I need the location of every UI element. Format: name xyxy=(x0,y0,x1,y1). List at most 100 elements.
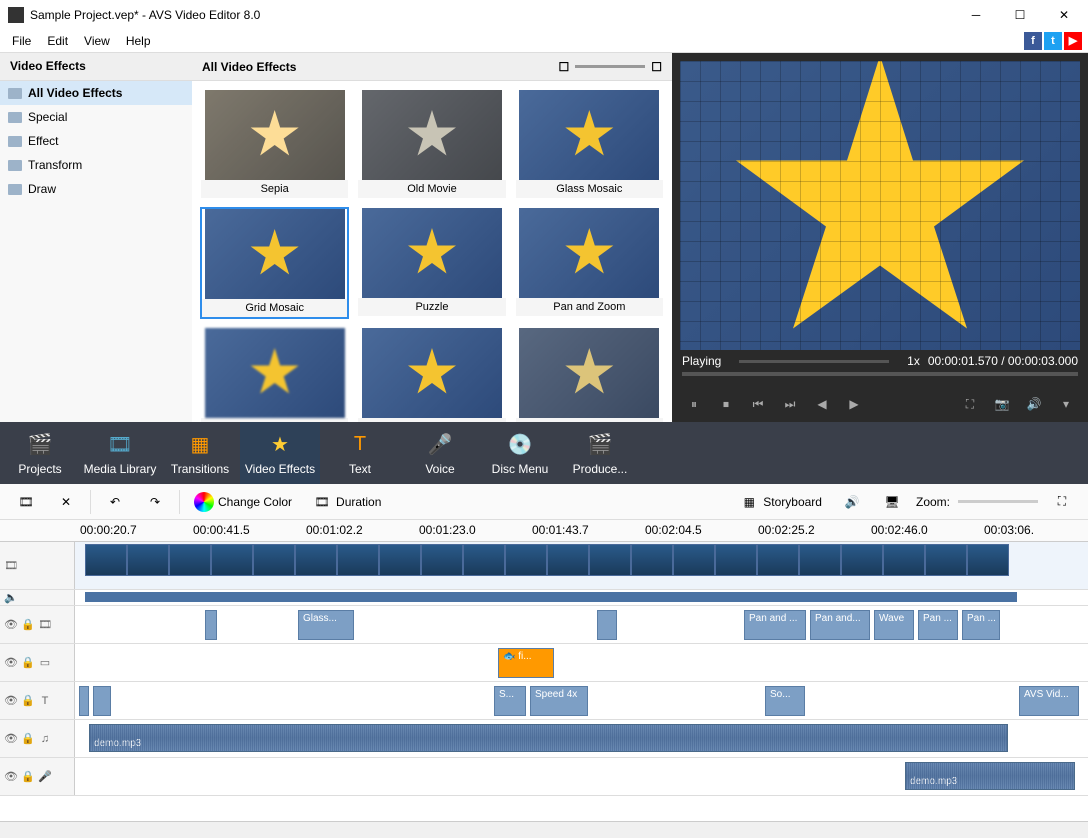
maximize-button[interactable]: ☐ xyxy=(998,1,1042,29)
effect-clip[interactable]: Wave xyxy=(874,610,914,640)
sidebar-item-draw[interactable]: Draw xyxy=(0,177,192,201)
fit-button[interactable]: ⛶ xyxy=(1046,488,1078,516)
youtube-button[interactable]: ▶ xyxy=(1064,32,1082,50)
video-clip[interactable] xyxy=(169,544,211,576)
audio-mixer-button[interactable]: 🔊 xyxy=(836,488,868,516)
lock-icon[interactable]: 🔒 xyxy=(21,618,35,632)
minimize-button[interactable]: ─ xyxy=(954,1,998,29)
video-clip[interactable] xyxy=(211,544,253,576)
eye-icon[interactable]: 👁 xyxy=(4,656,18,670)
more-button[interactable]: ▾ xyxy=(1052,392,1080,416)
video-clip[interactable] xyxy=(85,544,127,576)
storyboard-button[interactable]: ▦Storyboard xyxy=(733,488,828,516)
step-back-button[interactable]: ◀ xyxy=(808,392,836,416)
thumb-small-icon[interactable]: ☐ xyxy=(558,60,569,74)
video-track[interactable]: 🎞 xyxy=(0,542,1088,590)
menu-file[interactable]: File xyxy=(6,32,37,50)
twitter-button[interactable]: t xyxy=(1044,32,1062,50)
effect-grid-mosaic[interactable]: Grid Mosaic xyxy=(200,207,349,319)
horizontal-scrollbar[interactable] xyxy=(0,821,1088,838)
change-color-button[interactable]: Change Color xyxy=(188,488,298,516)
text-clip[interactable]: Speed 4x xyxy=(530,686,588,716)
video-clip[interactable] xyxy=(421,544,463,576)
effect-watercolor[interactable]: Watercolor xyxy=(515,327,664,422)
display-button[interactable]: 🖥 xyxy=(876,488,908,516)
video-clip[interactable] xyxy=(799,544,841,576)
text-track[interactable]: 👁🔒T S...Speed 4xSo...AVS Vid... xyxy=(0,682,1088,720)
video-clip[interactable] xyxy=(337,544,379,576)
overlay-track[interactable]: 👁🔒▭ 🐟 fi... xyxy=(0,644,1088,682)
lock-icon[interactable]: 🔒 xyxy=(21,770,35,784)
fullscreen-button[interactable]: ⛶ xyxy=(956,392,984,416)
effect-glass-mosaic[interactable]: Glass Mosaic xyxy=(515,89,664,199)
eye-icon[interactable]: 👁 xyxy=(4,732,18,746)
tool-media-library[interactable]: 🎞Media Library xyxy=(80,422,160,484)
effect-clip[interactable] xyxy=(597,610,617,640)
speed-slider[interactable] xyxy=(739,360,889,363)
redo-button[interactable]: ↷ xyxy=(139,488,171,516)
video-clip[interactable] xyxy=(253,544,295,576)
duration-button[interactable]: 🎞Duration xyxy=(306,488,387,516)
video-clip[interactable] xyxy=(757,544,799,576)
prev-button[interactable]: ⏮ xyxy=(744,392,772,416)
tool-text[interactable]: TText xyxy=(320,422,400,484)
video-clip[interactable] xyxy=(463,544,505,576)
video-clip[interactable] xyxy=(505,544,547,576)
effects-track[interactable]: 👁🔒🎞 Glass...Pan and ...Pan and...WavePan… xyxy=(0,606,1088,644)
sidebar-item-special[interactable]: Special xyxy=(0,105,192,129)
film-button[interactable]: 🎞 xyxy=(10,488,42,516)
text-clip[interactable]: S... xyxy=(494,686,526,716)
voice-track[interactable]: 👁🔒🎤 demo.mp3 xyxy=(0,758,1088,796)
effect-sepia[interactable]: Sepia xyxy=(200,89,349,199)
tool-transitions[interactable]: ▦Transitions xyxy=(160,422,240,484)
effect-glass[interactable]: Glass xyxy=(200,327,349,422)
video-clip[interactable] xyxy=(883,544,925,576)
tool-projects[interactable]: 🎬Projects xyxy=(0,422,80,484)
video-clip[interactable] xyxy=(589,544,631,576)
stop-button[interactable]: ⏹ xyxy=(712,392,740,416)
effect-old-movie[interactable]: Old Movie xyxy=(357,89,506,199)
lock-icon[interactable]: 🔒 xyxy=(21,732,35,746)
audio-track[interactable]: 👁🔒♫ demo.mp3 xyxy=(0,720,1088,758)
sidebar-item-effect[interactable]: Effect xyxy=(0,129,192,153)
snapshot-button[interactable]: 📷 xyxy=(988,392,1016,416)
text-clip[interactable] xyxy=(93,686,111,716)
sidebar-item-all-video-effects[interactable]: All Video Effects xyxy=(0,81,192,105)
eye-icon[interactable]: 👁 xyxy=(4,694,18,708)
seek-slider[interactable] xyxy=(682,372,1078,376)
effect-clip[interactable] xyxy=(205,610,217,640)
video-clip[interactable] xyxy=(925,544,967,576)
step-fwd-button[interactable]: ▶ xyxy=(840,392,868,416)
effect-pan-and-zoom[interactable]: Pan and Zoom xyxy=(515,207,664,319)
menu-edit[interactable]: Edit xyxy=(41,32,74,50)
voice-clip[interactable]: demo.mp3 xyxy=(905,762,1075,790)
video-clip[interactable] xyxy=(379,544,421,576)
timeline-ruler[interactable]: 00:00:20.700:00:41.500:01:02.200:01:23.0… xyxy=(0,520,1088,542)
video-clip[interactable] xyxy=(715,544,757,576)
tool-video-effects[interactable]: ★Video Effects xyxy=(240,422,320,484)
effect-puzzle[interactable]: Puzzle xyxy=(357,207,506,319)
delete-button[interactable]: ✕ xyxy=(50,488,82,516)
tool-produce-[interactable]: 🎬Produce... xyxy=(560,422,640,484)
menu-help[interactable]: Help xyxy=(120,32,157,50)
effect-clip[interactable]: Pan ... xyxy=(962,610,1000,640)
pause-button[interactable]: ⏸ xyxy=(680,392,708,416)
video-audio-track[interactable]: 🔈 xyxy=(0,590,1088,606)
eye-icon[interactable]: 👁 xyxy=(4,770,18,784)
effect-snow[interactable]: Snow xyxy=(357,327,506,422)
video-clip[interactable] xyxy=(547,544,589,576)
video-clip[interactable] xyxy=(841,544,883,576)
thumb-large-icon[interactable]: ☐ xyxy=(651,60,662,74)
effect-clip[interactable]: Pan and... xyxy=(810,610,870,640)
menu-view[interactable]: View xyxy=(78,32,116,50)
undo-button[interactable]: ↶ xyxy=(99,488,131,516)
video-clip[interactable] xyxy=(127,544,169,576)
sidebar-item-transform[interactable]: Transform xyxy=(0,153,192,177)
thumb-size-slider[interactable] xyxy=(575,65,645,68)
text-clip[interactable]: AVS Vid... xyxy=(1019,686,1079,716)
effect-clip[interactable]: Pan ... xyxy=(918,610,958,640)
eye-icon[interactable]: 👁 xyxy=(4,618,18,632)
video-clip[interactable] xyxy=(295,544,337,576)
text-clip[interactable]: So... xyxy=(765,686,805,716)
facebook-button[interactable]: f xyxy=(1024,32,1042,50)
